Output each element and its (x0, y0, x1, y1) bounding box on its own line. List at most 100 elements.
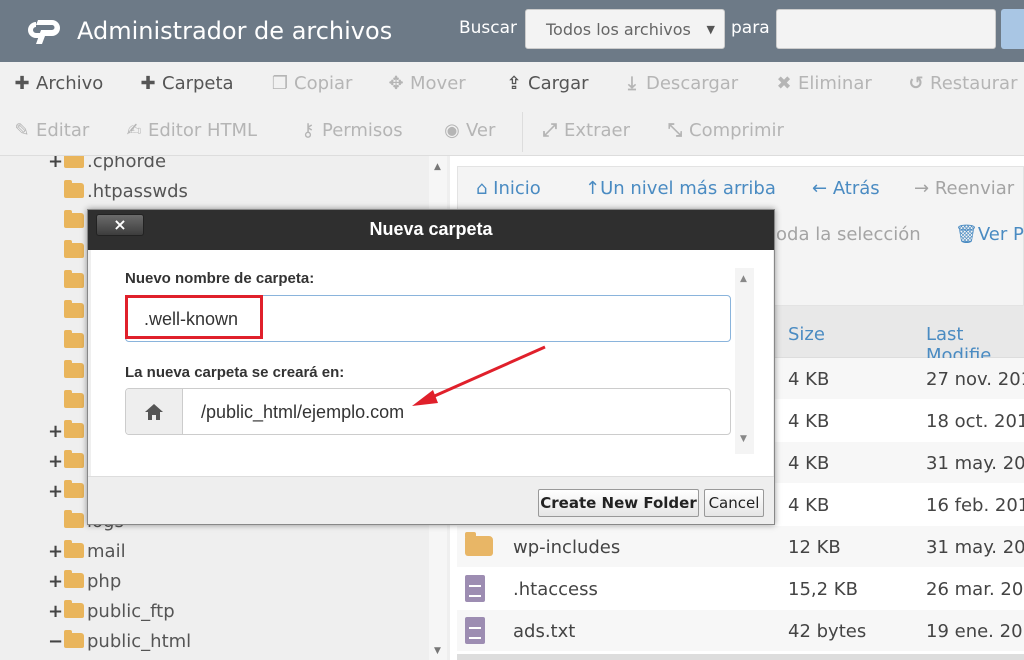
folder-icon (64, 360, 84, 378)
folder-icon (64, 240, 84, 258)
folder-path-field[interactable]: /public_html/ejemplo.com (125, 388, 731, 435)
column-size[interactable]: Size (788, 324, 825, 345)
tree-item[interactable] (48, 390, 87, 421)
back-link[interactable]: ← Atrás (812, 178, 880, 199)
tree-item[interactable] (48, 300, 87, 331)
toolbar-divider (522, 112, 523, 152)
view-trash-link[interactable]: 🗑Ver P (955, 224, 1024, 245)
compress-button[interactable]: ⤡ Comprimir (665, 120, 784, 141)
folder-icon (465, 532, 493, 556)
close-button[interactable]: × (96, 214, 144, 236)
folder-icon (64, 420, 84, 438)
tree-item[interactable] (48, 270, 87, 301)
folder-path-label: La nueva carpeta se creará en: (125, 364, 345, 381)
scroll-up-icon[interactable]: ▲ (740, 274, 747, 284)
eye-icon: ◉ (444, 120, 460, 141)
tree-item-cphorde[interactable]: + .cphorde (48, 156, 166, 181)
file-icon (465, 575, 485, 602)
folder-icon (64, 540, 84, 558)
download-icon: ⤓ (628, 73, 636, 94)
copy-button[interactable]: ❐ Copiar (270, 73, 353, 94)
search-scope-select[interactable]: Todos los archivos ▼ (525, 9, 725, 49)
move-icon: ✥ (388, 73, 404, 94)
search-label: Buscar (459, 18, 518, 38)
tree-item-mail[interactable]: + mail (48, 540, 126, 571)
search-go-button[interactable] (1001, 9, 1024, 49)
html-editor-icon: ✍ (126, 120, 142, 141)
scroll-down-icon[interactable]: ▼ (740, 434, 747, 444)
permissions-button[interactable]: ⚷ Permisos (298, 120, 402, 141)
deselect-all-link[interactable]: oda la selección (776, 224, 921, 245)
horizontal-scrollbar[interactable] (457, 654, 1024, 660)
arrow-up-icon: ↑ (585, 178, 601, 199)
tree-item-htpasswds[interactable]: .htpasswds (48, 180, 188, 211)
dialog-title: Nueva carpeta (369, 219, 493, 239)
folder-icon (64, 510, 84, 528)
folder-icon (64, 600, 84, 618)
table-row[interactable]: ads.txt 42 bytes 19 ene. 201 (457, 610, 1024, 652)
cpanel-logo (28, 20, 60, 44)
new-folder-button[interactable]: ✚ Carpeta (138, 73, 233, 94)
trash-icon: 🗑 (955, 224, 978, 245)
html-editor-button[interactable]: ✍ Editor HTML (124, 120, 257, 141)
upload-icon: ⇪ (506, 73, 522, 94)
home-icon (145, 404, 163, 420)
tree-item-php[interactable]: + php (48, 570, 121, 601)
file-icon (465, 617, 485, 644)
folder-name-label: Nuevo nombre de carpeta: (125, 270, 315, 287)
arrow-left-icon: ← (812, 178, 833, 199)
tree-item[interactable] (48, 360, 87, 391)
home-addon (126, 389, 183, 434)
chevron-down-icon: ▼ (706, 23, 715, 36)
delete-button[interactable]: ✖ Eliminar (774, 73, 871, 94)
folder-icon (64, 180, 84, 198)
move-button[interactable]: ✥ Mover (386, 73, 465, 94)
download-button[interactable]: ⤓ Descargar (622, 73, 738, 94)
key-icon: ⚷ (301, 120, 315, 141)
new-file-button[interactable]: ✚ Archivo (12, 73, 103, 94)
home-link[interactable]: ⌂ Inicio (476, 178, 541, 199)
tree-item[interactable] (48, 240, 87, 271)
table-row[interactable]: wp-includes12 KB31 may. 201 (457, 526, 1024, 568)
pencil-icon: ✎ (14, 120, 30, 141)
app-title: Administrador de archivos (77, 17, 393, 45)
tree-item[interactable] (48, 210, 87, 241)
delete-icon: ✖ (776, 73, 792, 94)
copy-icon: ❐ (271, 73, 289, 94)
folder-icon (64, 570, 84, 588)
tree-item[interactable]: + (48, 420, 87, 451)
extract-button[interactable]: ⤢ Extraer (540, 120, 630, 141)
restore-icon: ↺ (908, 73, 924, 94)
tree-item-public-ftp[interactable]: + public_ftp (48, 600, 175, 631)
tree-item[interactable]: + (48, 480, 87, 511)
folder-icon (64, 270, 84, 288)
folder-icon (64, 156, 84, 168)
open-folder-icon (64, 630, 84, 648)
view-button[interactable]: ◉ Ver (442, 120, 495, 141)
dialog-scrollbar[interactable]: ▲ ▼ (735, 268, 754, 454)
edit-button[interactable]: ✎ Editar (12, 120, 89, 141)
folder-icon (64, 300, 84, 318)
tree-item-public-html[interactable]: − public_html (48, 630, 191, 660)
plus-icon: ✚ (14, 73, 30, 94)
up-one-level-link[interactable]: ↑Un nivel más arriba (585, 178, 776, 199)
cancel-button[interactable]: Cancel (704, 489, 764, 517)
restore-button[interactable]: ↺ Restaurar (906, 73, 1017, 94)
scroll-up-icon[interactable]: ▲ (434, 162, 441, 172)
highlight-box (125, 295, 263, 339)
folder-icon (64, 390, 84, 408)
forward-link[interactable]: → Reenviar (914, 178, 1014, 199)
create-folder-button[interactable]: Create New Folder (538, 489, 699, 517)
table-row[interactable]: .htaccess 15,2 KB 26 mar. 201 (457, 568, 1024, 610)
top-header: Administrador de archivos Buscar Todos l… (0, 0, 1024, 62)
folder-icon (64, 210, 84, 228)
dialog-footer: Create New Folder Cancel (88, 476, 774, 524)
upload-button[interactable]: ⇪ Cargar (504, 73, 588, 94)
scroll-down-icon[interactable]: ▼ (434, 646, 441, 656)
para-label: para (731, 18, 770, 38)
search-scope-value: Todos los archivos (546, 20, 691, 39)
tree-item[interactable] (48, 330, 87, 361)
toolbar: ✚ Archivo ✚ Carpeta ❐ Copiar ✥ Mover ⇪ Cargar… (0, 62, 1024, 156)
tree-item[interactable]: + (48, 450, 87, 481)
search-input[interactable] (776, 9, 996, 49)
